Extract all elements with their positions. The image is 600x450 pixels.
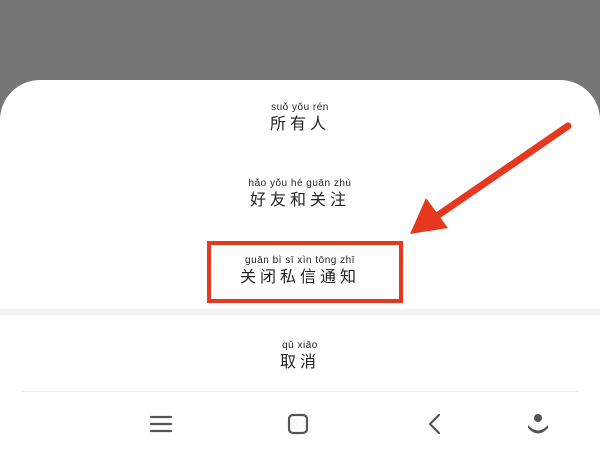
section-separator bbox=[0, 309, 600, 315]
system-navbar bbox=[0, 392, 600, 450]
cancel-label: 取消 bbox=[279, 352, 320, 371]
option-everyone-label: 所有人 bbox=[269, 114, 330, 133]
option-friends-pinyin: hǎo yǒu hé guān zhù bbox=[248, 178, 352, 189]
highlight-box bbox=[207, 241, 403, 303]
option-everyone[interactable]: suǒ yǒu rén 所有人 bbox=[0, 102, 600, 134]
menu-icon[interactable] bbox=[143, 406, 179, 442]
option-friends-label: 好友和关注 bbox=[249, 190, 350, 209]
screen: suǒ yǒu rén 所有人 hǎo yǒu hé guān zhù 好友和关… bbox=[0, 0, 600, 450]
option-friends-and-following[interactable]: hǎo yǒu hé guān zhù 好友和关注 bbox=[0, 178, 600, 210]
cancel-pinyin: qǔ xiāo bbox=[282, 340, 318, 351]
back-icon[interactable] bbox=[417, 406, 453, 442]
option-everyone-pinyin: suǒ yǒu rén bbox=[271, 102, 329, 113]
cancel-button[interactable]: qǔ xiāo 取消 bbox=[0, 340, 600, 372]
home-icon[interactable] bbox=[280, 406, 316, 442]
assistant-icon[interactable] bbox=[520, 406, 556, 442]
